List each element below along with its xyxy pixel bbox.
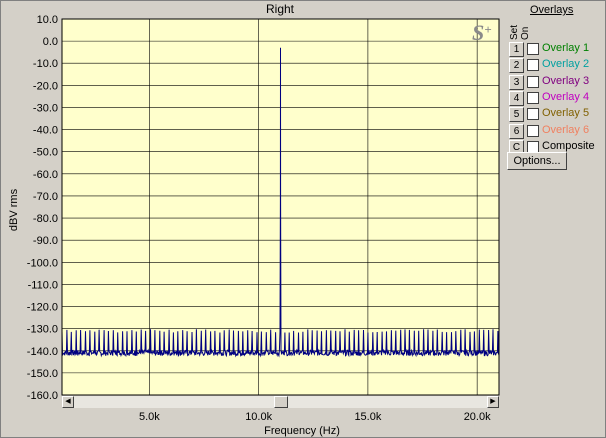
scroll-left-arrow-icon[interactable]: ◀ bbox=[62, 396, 74, 408]
overlay-on-checkbox[interactable] bbox=[527, 140, 539, 153]
y-tick-label: 10.0 bbox=[37, 14, 58, 26]
overlay-label: Overlay 6 bbox=[542, 123, 590, 136]
y-tick-label: -90.0 bbox=[33, 235, 58, 247]
chart-title: Right bbox=[266, 2, 295, 16]
overlay-set-button[interactable]: 4 bbox=[509, 90, 524, 106]
overlay-row: 2 Overlay 2 bbox=[509, 58, 606, 74]
overlay-label: Overlay 3 bbox=[542, 74, 590, 87]
y-tick-label: -150.0 bbox=[27, 368, 58, 380]
overlay-row: 5 Overlay 5 bbox=[509, 107, 606, 123]
y-tick-label: -120.0 bbox=[27, 302, 58, 314]
y-tick-label: -160.0 bbox=[27, 390, 58, 402]
overlays-panel: Overlays Set On 1 Overlay 1 2 Overlay 2 3 Ove… bbox=[506, 2, 606, 172]
y-tick-label: -110.0 bbox=[28, 279, 58, 291]
overlays-title: Overlays bbox=[530, 4, 574, 16]
overlay-on-checkbox[interactable] bbox=[527, 124, 539, 137]
x-axis: 5.0k 10.0k 15.0k 20.0k bbox=[139, 411, 491, 423]
overlay-label: Composite bbox=[542, 139, 595, 152]
y-tick-label: -100.0 bbox=[27, 257, 58, 269]
overlay-on-checkbox[interactable] bbox=[527, 59, 539, 72]
overlay-on-checkbox[interactable] bbox=[527, 43, 539, 55]
overlay-row: 6 Overlay 6 bbox=[509, 123, 606, 139]
logo: S+ bbox=[472, 20, 492, 45]
overlay-label: Overlay 2 bbox=[542, 58, 590, 71]
y-tick-label: -20.0 bbox=[33, 80, 58, 92]
overlay-set-button[interactable]: 5 bbox=[509, 107, 524, 123]
y-axis-title: dBV rms bbox=[8, 188, 20, 231]
scroll-right-arrow-icon[interactable]: ▶ bbox=[487, 396, 499, 408]
overlay-on-checkbox[interactable] bbox=[527, 91, 539, 104]
overlay-set-button[interactable]: 2 bbox=[509, 58, 524, 74]
set-column-header: Set bbox=[509, 24, 520, 40]
overlay-set-button[interactable]: 3 bbox=[509, 74, 524, 90]
overlay-set-button[interactable]: 6 bbox=[509, 123, 524, 139]
scroll-thumb[interactable] bbox=[273, 396, 288, 408]
overlay-on-checkbox[interactable] bbox=[527, 108, 539, 121]
y-tick-label: -80.0 bbox=[33, 213, 58, 225]
x-tick-label: 15.0k bbox=[354, 411, 381, 423]
y-tick-label: -70.0 bbox=[33, 191, 58, 203]
x-tick-label: 20.0k bbox=[464, 411, 491, 423]
overlay-label: Overlay 1 bbox=[542, 42, 590, 54]
options-button[interactable]: Options... bbox=[507, 152, 567, 170]
overlay-set-button[interactable]: 1 bbox=[509, 42, 524, 57]
y-tick-label: -140.0 bbox=[27, 346, 58, 358]
overlay-row: 1 Overlay 1 bbox=[509, 42, 606, 57]
x-axis-title: Frequency (Hz) bbox=[264, 425, 340, 437]
x-tick-label: 5.0k bbox=[139, 411, 160, 423]
overlay-row: 3 Overlay 3 bbox=[509, 74, 606, 90]
overlay-on-checkbox[interactable] bbox=[527, 75, 539, 88]
y-axis: 10.0 0.0 -10.0 -20.0 -30.0 -40.0 -50.0 -60.0 -70… bbox=[27, 14, 58, 402]
y-tick-label: -30.0 bbox=[33, 102, 58, 114]
y-tick-label: -10.0 bbox=[33, 58, 58, 70]
x-tick-label: 10.0k bbox=[245, 411, 272, 423]
overlay-row: 4 Overlay 4 bbox=[509, 90, 606, 106]
y-tick-label: -60.0 bbox=[33, 169, 58, 181]
overlay-label: Overlay 5 bbox=[542, 107, 590, 120]
y-tick-label: -50.0 bbox=[33, 147, 58, 159]
horizontal-scrollbar[interactable]: ◀ ▶ bbox=[62, 396, 499, 408]
on-column-header: On bbox=[520, 26, 531, 40]
y-tick-label: -130.0 bbox=[27, 324, 58, 336]
y-tick-label: 0.0 bbox=[43, 36, 58, 48]
overlay-label: Overlay 4 bbox=[542, 90, 590, 103]
y-tick-label: -40.0 bbox=[33, 125, 58, 137]
